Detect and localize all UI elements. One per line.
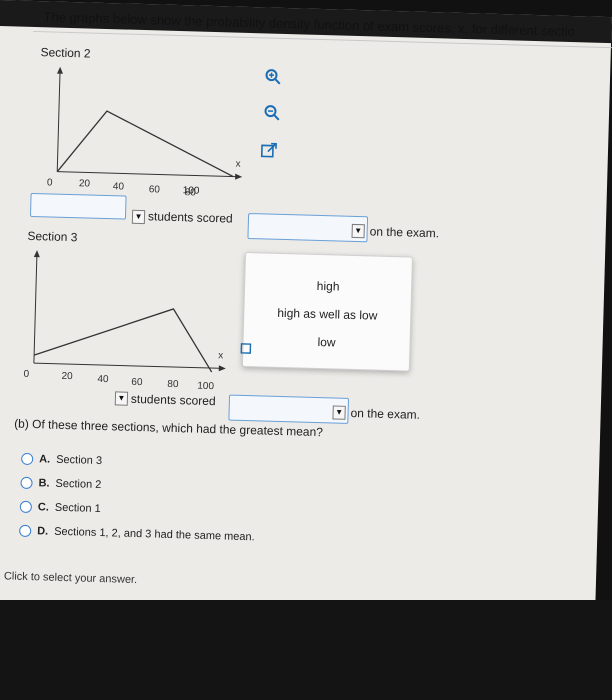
dropdown-arrow-icon[interactable]: ▼ [114,391,129,406]
monitor-bezel [0,600,612,700]
dropdown-option-high-and-low[interactable]: high as well as low [244,305,410,324]
zoom-in-icon[interactable] [264,67,282,85]
tick-label: 60 [131,377,143,388]
pdf-curve [56,110,234,178]
option-letter: B. [38,477,50,490]
tick-label: 60 [149,184,161,195]
option-label: Section 2 [55,477,102,492]
axis-var-label: x [235,159,240,170]
tick-label: 20 [61,371,73,382]
dropdown-option-high[interactable]: high [245,277,411,296]
radio-button[interactable] [21,452,34,466]
dropdown-arrow-icon[interactable]: ▼ [351,223,365,239]
zoom-out-icon[interactable] [263,103,281,121]
option-b[interactable]: B. Section 2 [20,476,102,495]
y-axis [56,69,61,172]
tick-label: 40 [113,181,125,192]
y-axis-arrow [33,250,40,258]
answer-dropdown-section3[interactable] [228,394,350,424]
answer-dropdown-section2[interactable] [247,213,369,243]
option-label: Section 3 [56,453,103,468]
section3-label: Section 3 [27,228,78,245]
on-exam-label: on the exam. [350,405,421,422]
radio-button[interactable] [20,476,33,490]
dropdown-menu[interactable]: high high as well as low low [241,251,413,372]
y-axis-arrow [56,66,63,74]
tick-label: 0 [23,369,29,380]
tick-label: 100 [197,381,214,391]
section3-graph: x 0 20 40 60 80 100 [23,250,226,391]
x-axis [33,362,224,369]
dropdown-option-low[interactable]: low [243,333,409,352]
option-c[interactable]: C. Section 1 [19,500,101,519]
x-axis-arrow [218,365,226,372]
option-label: Section 1 [54,501,101,516]
external-link-icon[interactable] [260,141,278,159]
option-letter: A. [39,453,51,466]
answer-box-section2-left[interactable] [29,192,127,220]
students-scored-label: students scored [147,209,233,226]
option-letter: C. [37,501,50,514]
x-axis-arrow [235,173,243,180]
hint-text: Click to select your answer. [3,570,138,587]
section2-label: Section 2 [40,45,91,61]
y-axis [33,253,38,364]
tick-label-100: 100 [182,185,200,197]
option-a[interactable]: A. Section 3 [21,452,103,471]
option-d[interactable]: D. Sections 1, 2, and 3 had the same mean… [19,524,255,548]
tick-label: 0 [47,177,53,188]
option-label: Sections 1, 2, and 3 had the same mean. [54,525,255,544]
section2-graph: x 0 20 40 60 80 [47,66,243,197]
pdf-curve [33,308,213,373]
external-link-icon[interactable] [240,341,252,354]
tick-label: 20 [79,178,91,189]
option-letter: D. [37,525,49,538]
tick-label: 40 [97,374,109,385]
x-axis [57,171,241,178]
radio-button[interactable] [19,524,32,538]
exam-screen: The graphs below show the probability de… [0,0,612,657]
dropdown-arrow-icon[interactable]: ▼ [131,209,146,225]
radio-button[interactable] [19,500,33,514]
dropdown-arrow-icon[interactable]: ▼ [332,405,346,420]
students-scored-label: students scored [130,391,216,409]
axis-var-label: x [218,350,223,361]
on-exam-label: on the exam. [369,224,440,241]
tick-label: 80 [167,379,179,390]
